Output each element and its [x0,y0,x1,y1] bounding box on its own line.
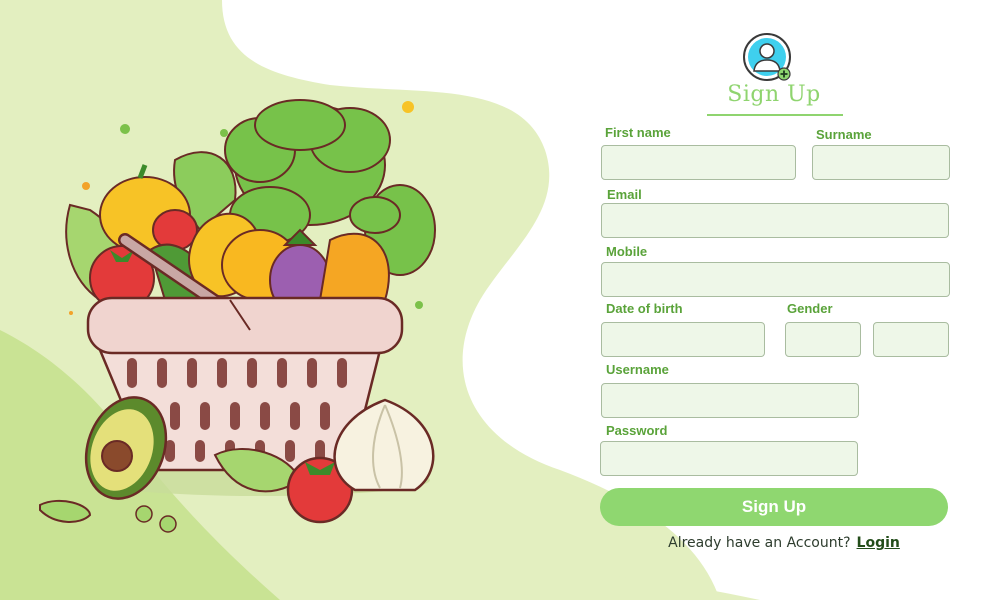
email-input[interactable] [601,203,949,238]
signup-button[interactable]: Sign Up [600,488,948,526]
user-avatar-icon [743,33,791,81]
surname-input[interactable] [812,145,950,180]
signup-form: Sign Up First name Surname Email Mobile … [0,0,1000,600]
plus-badge-icon [777,67,791,81]
login-prompt-text: Already have an Account? [668,535,851,551]
password-label: Password [606,423,668,438]
login-prompt-row: Already have an Account? Login [600,535,968,551]
gender-label: Gender [787,301,833,316]
gender-input-2[interactable] [873,322,949,357]
page-title: Sign Up [727,82,821,107]
username-input[interactable] [601,383,859,418]
login-link[interactable]: Login [857,535,900,551]
first-name-input[interactable] [601,145,796,180]
dob-input[interactable] [601,322,765,357]
mobile-label: Mobile [606,244,648,259]
gender-input-1[interactable] [785,322,861,357]
first-name-label: First name [605,125,671,140]
title-underline [707,114,843,116]
password-input[interactable] [600,441,858,476]
username-label: Username [606,362,669,377]
dob-label: Date of birth [606,301,683,316]
surname-label: Surname [816,127,872,142]
mobile-input[interactable] [601,262,950,297]
email-label: Email [607,187,642,202]
